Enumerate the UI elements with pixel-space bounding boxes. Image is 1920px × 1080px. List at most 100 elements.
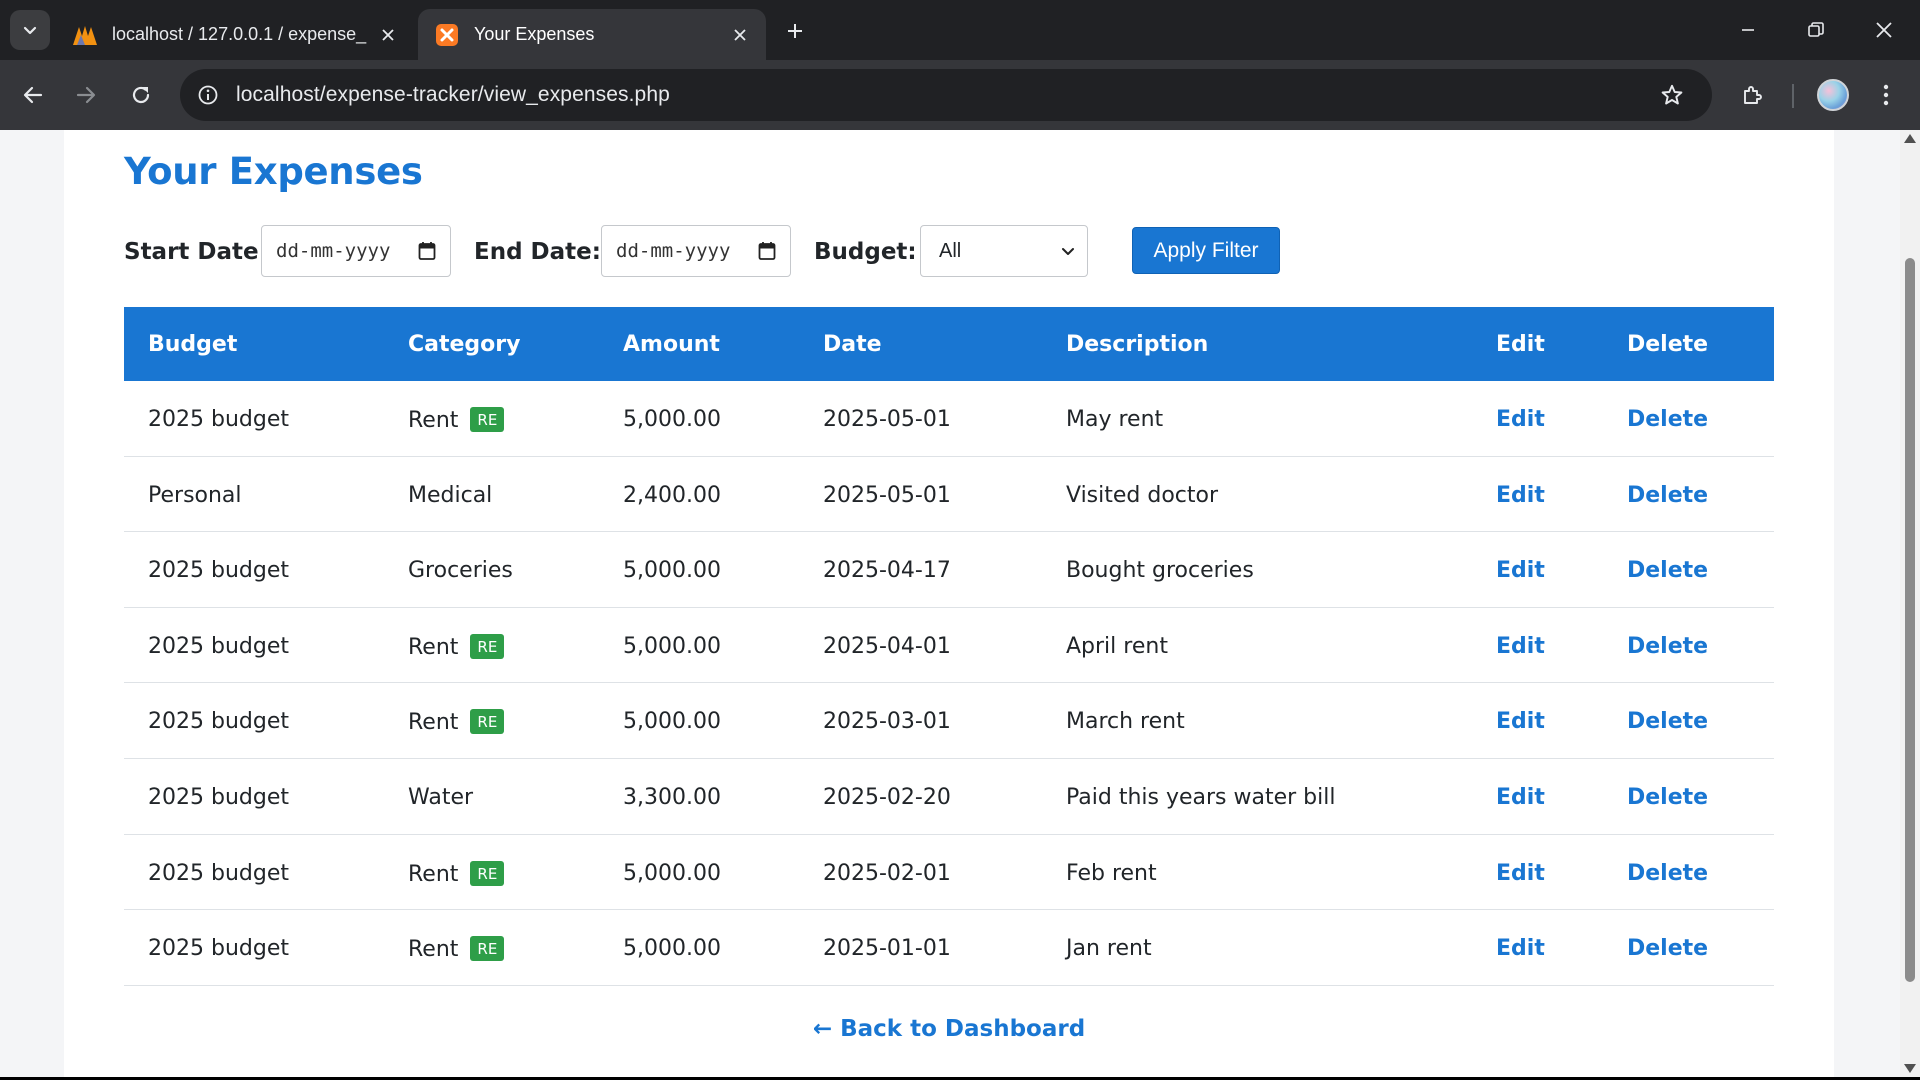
table-row: Personal Medical 2,400.00 2025-05-01 Vis… bbox=[124, 457, 1774, 533]
cell-budget: 2025 budget bbox=[148, 709, 289, 735]
reload-icon bbox=[132, 86, 150, 104]
cell-description: Visited doctor bbox=[1066, 482, 1219, 508]
reload-button[interactable] bbox=[121, 75, 161, 115]
end-date-label: End Date: bbox=[474, 239, 601, 265]
category-name: Rent bbox=[408, 861, 459, 887]
scrollbar-thumb[interactable] bbox=[1905, 258, 1915, 982]
delete-link[interactable]: Delete bbox=[1627, 634, 1708, 659]
cell-amount: 5,000.00 bbox=[623, 936, 721, 962]
cell-date: 2025-04-17 bbox=[823, 558, 951, 584]
cell-amount: 5,000.00 bbox=[623, 633, 721, 659]
scroll-up-arrow-icon[interactable] bbox=[1904, 134, 1916, 143]
back-to-dashboard-link[interactable]: ← Back to Dashboard bbox=[124, 1016, 1774, 1042]
delete-link[interactable]: Delete bbox=[1627, 936, 1708, 961]
close-icon[interactable] bbox=[728, 23, 752, 47]
cell-category: Medical bbox=[408, 483, 492, 508]
edit-link[interactable]: Edit bbox=[1496, 558, 1545, 583]
chevron-down-icon bbox=[23, 26, 37, 35]
tab-phpmyadmin[interactable]: localhost / 127.0.0.1 / expense_ bbox=[56, 9, 414, 60]
edit-link[interactable]: Edit bbox=[1496, 785, 1545, 810]
edit-link[interactable]: Edit bbox=[1496, 407, 1545, 432]
recurring-badge: RE bbox=[470, 936, 505, 962]
forward-button[interactable] bbox=[66, 75, 106, 115]
star-icon[interactable] bbox=[1652, 75, 1692, 115]
cell-amount: 5,000.00 bbox=[623, 558, 721, 584]
cell-category: Water bbox=[408, 785, 473, 810]
edit-link[interactable]: Edit bbox=[1496, 861, 1545, 886]
filter-form: Start Date: dd-mm-yyyy End Date: dd-mm-y… bbox=[124, 225, 1774, 277]
tab-your-expenses[interactable]: Your Expenses bbox=[418, 9, 766, 60]
edit-link[interactable]: Edit bbox=[1496, 483, 1545, 508]
cell-budget: 2025 budget bbox=[148, 558, 289, 584]
cell-date: 2025-05-01 bbox=[823, 407, 951, 432]
cell-description: March rent bbox=[1066, 709, 1185, 735]
cell-category: Rent RE bbox=[408, 709, 505, 735]
vertical-scrollbar[interactable] bbox=[1900, 130, 1920, 1077]
expenses-table: Budget Category Amount Date Description … bbox=[124, 307, 1774, 986]
end-date-placeholder: dd-mm-yyyy bbox=[616, 240, 731, 262]
category-name: Groceries bbox=[408, 558, 513, 584]
back-button[interactable] bbox=[13, 75, 53, 115]
tab-search-button[interactable] bbox=[10, 10, 50, 50]
column-header-edit: Edit bbox=[1496, 332, 1545, 357]
delete-link[interactable]: Delete bbox=[1627, 709, 1708, 734]
recurring-badge: RE bbox=[470, 633, 505, 659]
close-icon[interactable] bbox=[376, 23, 400, 47]
cell-budget: 2025 budget bbox=[148, 407, 289, 432]
delete-link[interactable]: Delete bbox=[1627, 407, 1708, 432]
browser-toolbar: localhost/expense-tracker/view_expenses.… bbox=[0, 60, 1920, 130]
category-name: Medical bbox=[408, 482, 493, 508]
start-date-input[interactable]: dd-mm-yyyy bbox=[261, 225, 451, 277]
extensions-button[interactable] bbox=[1733, 75, 1773, 115]
extensions-icon bbox=[1744, 86, 1762, 104]
close-window-button[interactable] bbox=[1850, 0, 1918, 60]
profile-avatar[interactable] bbox=[1817, 79, 1849, 111]
cell-amount: 3,300.00 bbox=[623, 784, 721, 810]
restore-button[interactable] bbox=[1782, 0, 1850, 60]
edit-link[interactable]: Edit bbox=[1496, 634, 1545, 659]
calendar-icon[interactable] bbox=[758, 241, 776, 261]
cell-date: 2025-01-01 bbox=[823, 936, 951, 962]
url-text[interactable]: localhost/expense-tracker/view_expenses.… bbox=[236, 83, 670, 107]
xampp-favicon-icon bbox=[434, 22, 460, 48]
minimize-icon bbox=[1742, 29, 1754, 31]
calendar-icon[interactable] bbox=[418, 241, 436, 261]
cell-category: Rent RE bbox=[408, 860, 505, 887]
start-date-placeholder: dd-mm-yyyy bbox=[276, 240, 391, 262]
edit-link[interactable]: Edit bbox=[1496, 709, 1545, 734]
scroll-down-arrow-icon[interactable] bbox=[1904, 1064, 1916, 1073]
cell-category: Groceries bbox=[408, 558, 513, 583]
category-name: Rent bbox=[408, 408, 459, 433]
category-name: Water bbox=[408, 784, 474, 810]
column-header-budget: Budget bbox=[148, 332, 238, 357]
cell-description: April rent bbox=[1066, 633, 1168, 659]
cell-date: 2025-02-01 bbox=[823, 860, 951, 886]
phpmyadmin-favicon-icon bbox=[72, 22, 98, 48]
delete-link[interactable]: Delete bbox=[1627, 483, 1708, 508]
cell-amount: 5,000.00 bbox=[623, 709, 721, 735]
new-tab-button[interactable] bbox=[778, 14, 812, 48]
cell-date: 2025-05-01 bbox=[823, 482, 951, 508]
end-date-input[interactable]: dd-mm-yyyy bbox=[601, 225, 791, 277]
apply-filter-button[interactable]: Apply Filter bbox=[1132, 227, 1280, 274]
category-name: Rent bbox=[408, 937, 459, 963]
site-info-icon[interactable] bbox=[188, 75, 228, 115]
delete-link[interactable]: Delete bbox=[1627, 558, 1708, 583]
toolbar-divider bbox=[1792, 84, 1794, 108]
edit-link[interactable]: Edit bbox=[1496, 936, 1545, 961]
address-bar[interactable]: localhost/expense-tracker/view_expenses.… bbox=[180, 69, 1712, 121]
plus-icon bbox=[788, 24, 802, 38]
cell-category: Rent RE bbox=[408, 633, 505, 660]
browser-tab-strip: localhost / 127.0.0.1 / expense_ Your Ex… bbox=[0, 0, 1920, 60]
delete-link[interactable]: Delete bbox=[1627, 785, 1708, 810]
back-link-text[interactable]: ← Back to Dashboard bbox=[813, 1016, 1085, 1042]
minimize-button[interactable] bbox=[1714, 0, 1782, 60]
table-row: 2025 budget Rent RE 5,000.00 2025-05-01 M… bbox=[124, 381, 1774, 457]
more-menu-button[interactable] bbox=[1866, 75, 1906, 115]
chevron-down-icon bbox=[1062, 248, 1074, 255]
column-header-description: Description bbox=[1066, 332, 1209, 357]
delete-link[interactable]: Delete bbox=[1627, 861, 1708, 886]
cell-description: May rent bbox=[1066, 407, 1164, 432]
budget-select[interactable]: All bbox=[920, 225, 1088, 277]
cell-budget: 2025 budget bbox=[148, 860, 289, 886]
